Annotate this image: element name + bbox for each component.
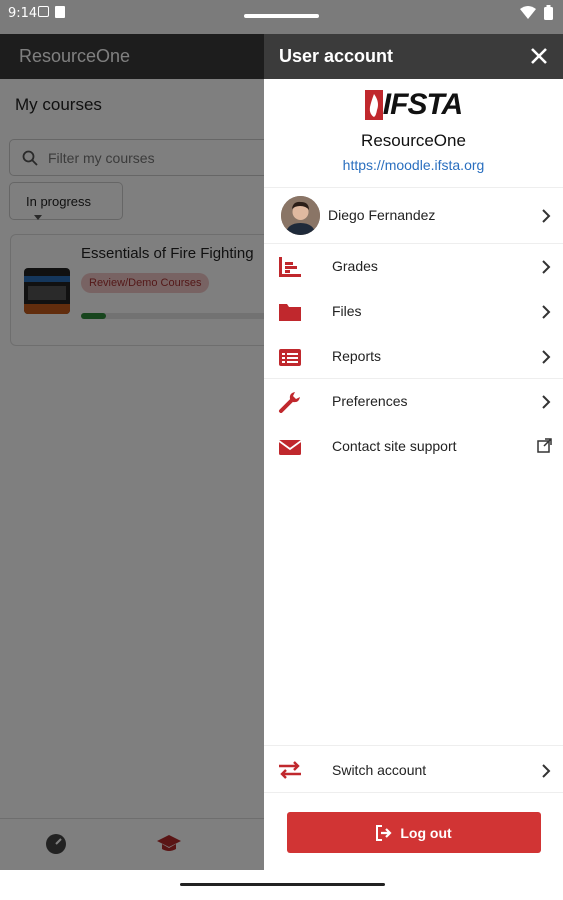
chevron-right-icon <box>542 395 551 409</box>
drawer-title: User account <box>279 46 394 66</box>
site-name: ResourceOne <box>361 131 466 150</box>
drawer-header: User account <box>264 34 563 79</box>
flame-icon <box>364 90 383 120</box>
grades-icon <box>279 257 301 277</box>
switch-account-label: Switch account <box>332 762 427 778</box>
sd-card-icon <box>55 6 65 18</box>
chevron-right-icon <box>542 209 551 223</box>
folder-icon <box>279 304 301 321</box>
user-account-drawer: User account IFSTA ResourceOne https://m… <box>264 34 563 870</box>
chevron-right-icon <box>542 305 551 319</box>
status-pill <box>244 14 319 18</box>
chevron-right-icon <box>542 260 551 274</box>
reports-icon <box>279 349 301 366</box>
external-link-icon <box>537 438 552 453</box>
switch-account-row[interactable]: Switch account <box>264 745 563 793</box>
logo-text: IFSTA <box>382 88 463 121</box>
menu-item-contact-support[interactable]: Contact site support <box>264 424 563 469</box>
swap-arrows-icon <box>279 761 301 779</box>
user-name: Diego Fernandez <box>328 207 436 223</box>
chevron-right-icon <box>542 350 551 364</box>
ifsta-logo: IFSTA <box>364 87 463 123</box>
screenshot-icon <box>38 6 49 17</box>
menu-item-files[interactable]: Files <box>264 289 563 334</box>
wifi-icon <box>520 6 536 19</box>
logout-button[interactable]: Log out <box>287 812 541 853</box>
site-info: IFSTA ResourceOne https://moodle.ifsta.o… <box>264 79 563 188</box>
status-bar: 9:14 <box>0 0 563 34</box>
logout-icon <box>376 824 392 841</box>
chevron-right-icon <box>542 764 551 778</box>
menu-label-files: Files <box>332 303 362 319</box>
status-time: 9:14 <box>8 6 38 21</box>
site-url-link[interactable]: https://moodle.ifsta.org <box>264 157 563 173</box>
wrench-icon <box>279 392 300 413</box>
envelope-icon <box>278 440 302 455</box>
menu-item-preferences[interactable]: Preferences <box>264 379 563 424</box>
menu-label-grades: Grades <box>332 258 378 274</box>
battery-icon <box>544 5 553 20</box>
menu-item-grades[interactable]: Grades <box>264 244 563 289</box>
menu-item-reports[interactable]: Reports <box>264 334 563 379</box>
system-nav-bar <box>0 870 563 900</box>
menu-label-preferences: Preferences <box>332 393 408 409</box>
menu-label-reports: Reports <box>332 348 382 364</box>
close-icon[interactable] <box>529 46 549 66</box>
avatar <box>281 196 320 235</box>
home-gesture-handle[interactable] <box>180 883 385 886</box>
menu-label-contact-support: Contact site support <box>332 438 457 454</box>
logout-label: Log out <box>400 824 452 841</box>
user-profile-row[interactable]: Diego Fernandez <box>264 188 563 244</box>
